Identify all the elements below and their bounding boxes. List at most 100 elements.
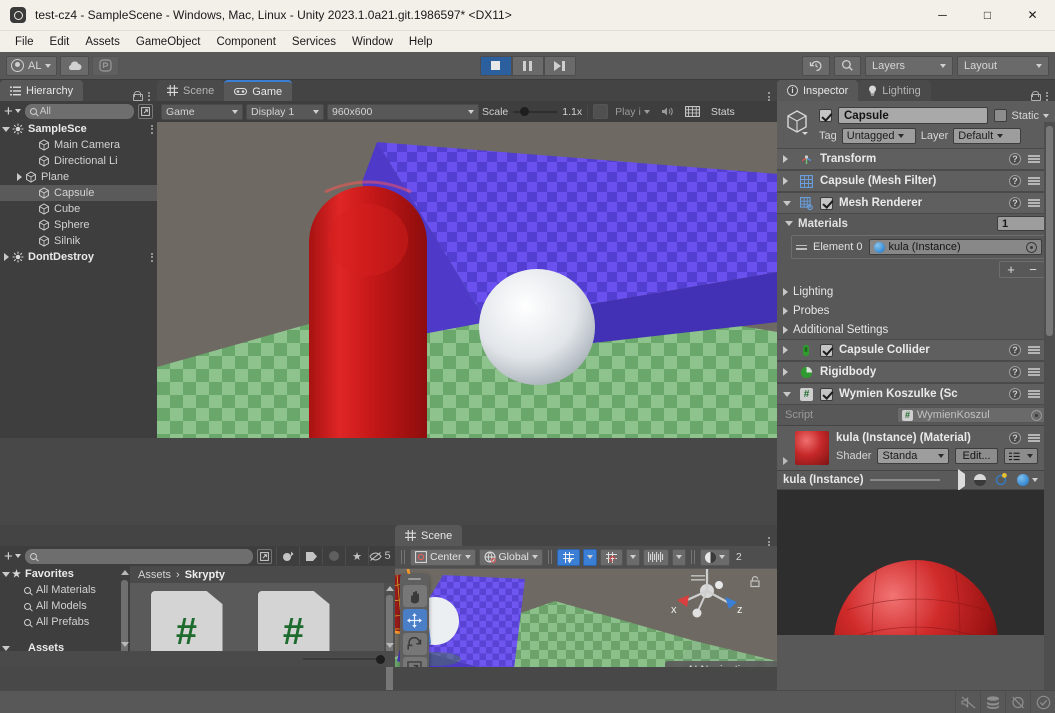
materials-foldout[interactable]: Materials 1 [777,214,1055,233]
remove-material-button[interactable]: − [1022,262,1044,277]
project-tree-favorites[interactable]: ★ Favorites [0,566,130,582]
ruler-button[interactable] [642,548,669,566]
hierarchy-item-sphere[interactable]: Sphere [0,217,157,233]
foldout-additional-settings[interactable]: Additional Settings [777,320,1055,339]
asset-item[interactable]: #Ruch [251,591,336,651]
step-button[interactable] [543,55,576,76]
scene-lighting-dropdown[interactable] [699,548,730,566]
panel-menu-icon[interactable] [768,537,770,546]
chevron-right-icon[interactable] [783,457,788,465]
hierarchy-item-plane[interactable]: Plane [0,169,157,185]
component-transform[interactable]: Transform? [777,148,1055,170]
object-picker-icon[interactable] [1031,409,1042,421]
preset-icon[interactable] [1028,390,1040,398]
palette-grip[interactable] [408,578,421,580]
hierarchy-search-input[interactable]: All [24,103,134,119]
coord-mode-dropdown[interactable]: Global [478,548,543,566]
shader-dropdown[interactable]: Standa [877,448,950,464]
expand-arrow[interactable] [0,253,12,261]
preset-icon[interactable] [1028,434,1040,442]
script-object-field[interactable]: # WymienKoszul [897,407,1047,423]
materials-count-input[interactable]: 1 [997,216,1049,231]
help-icon[interactable]: ? [1009,388,1021,400]
component-enabled-checkbox[interactable] [820,343,833,357]
component-capsule-collider[interactable]: Capsule Collider? [777,339,1055,361]
hand-tool-button[interactable] [402,585,427,607]
minimize-button[interactable]: ─ [920,0,965,31]
inspector-scrollbar[interactable] [1044,122,1055,690]
scale-slider-group[interactable]: Scale 1.1x [482,106,582,118]
expand-arrow[interactable] [783,346,794,354]
undo-history-button[interactable] [802,55,830,76]
scene-menu-icon[interactable] [151,124,153,134]
asset-item[interactable]: #Kamera [144,591,229,651]
preset-icon[interactable] [1028,346,1040,354]
filter-circle-icon[interactable] [322,547,345,565]
lock-icon[interactable] [133,91,143,101]
component-capsule-mesh-filter-[interactable]: Capsule (Mesh Filter)? [777,170,1055,192]
help-icon[interactable]: ? [1009,366,1021,378]
project-tree-all-prefabs[interactable]: All Prefabs [0,614,130,630]
expand-arrow[interactable] [783,177,794,185]
filter-by-label-icon[interactable] [299,547,322,565]
object-name-input[interactable]: Capsule [838,107,989,124]
menu-item-gameobject[interactable]: GameObject [129,34,208,50]
project-tree-all-models[interactable]: All Models [0,598,130,614]
display-dropdown[interactable]: Display 1 [246,103,324,120]
panel-menu-icon[interactable] [768,92,770,101]
pause-button[interactable] [511,55,544,76]
expand-arrow[interactable] [783,200,794,206]
tag-dropdown[interactable]: Untagged [841,128,916,144]
mute-status-icon[interactable] [955,690,980,713]
project-popout-button[interactable] [257,548,272,564]
cloud-button[interactable] [60,55,90,76]
preset-icon[interactable] [1028,199,1040,207]
material-preview-canvas[interactable] [777,490,1055,635]
tab-inspector[interactable]: i Inspector [777,80,859,101]
game-display-mode-dropdown[interactable]: Game [161,103,243,120]
hierarchy-item-directional-li[interactable]: Directional Li [0,153,157,169]
component-rigidbody[interactable]: Rigidbody? [777,361,1055,383]
tab-scene[interactable]: Scene [157,80,225,101]
menu-item-help[interactable]: Help [402,34,440,50]
collab-button[interactable] [92,55,120,76]
asset-grid[interactable]: #Kamera#Ruch# [130,583,395,651]
lock-icon[interactable] [1031,91,1041,101]
pivot-mode-dropdown[interactable]: Center [410,548,476,566]
scene-render-canvas[interactable]: y x z [395,569,777,667]
edit-shader-button[interactable]: Edit... [955,448,998,464]
panel-menu-icon[interactable] [1046,91,1048,101]
tab-scene[interactable]: Scene [395,525,463,546]
hierarchy-item-capsule[interactable]: Capsule [0,185,157,201]
preset-icon[interactable] [1028,177,1040,185]
search-button[interactable] [834,55,861,76]
preview-lighting-icon[interactable] [974,474,986,486]
component-enabled-checkbox[interactable] [820,387,833,401]
drag-handle-icon[interactable] [796,244,807,250]
hierarchy-item-cube[interactable]: Cube [0,201,157,217]
chevron-down-icon[interactable] [1043,113,1049,118]
project-tree-scrollbar[interactable] [119,566,130,651]
close-button[interactable]: ✕ [1010,0,1055,31]
tab-lighting[interactable]: Lighting [858,80,931,101]
database-status-icon[interactable] [980,690,1005,713]
preview-color-icon[interactable] [995,472,1008,488]
breadcrumb[interactable]: Assets › Skrypty [130,566,395,583]
static-checkbox[interactable] [994,109,1008,122]
hierarchy-tree[interactable]: SampleSce Main Camera Directional Li Plane C… [0,121,157,438]
stats-button[interactable]: Stats [707,104,739,120]
hierarchy-item-silnik[interactable]: Silnik [0,233,157,249]
component-enabled-checkbox[interactable] [820,196,833,210]
add-material-button[interactable]: + [1000,262,1022,277]
help-icon[interactable]: ? [1009,432,1021,444]
hierarchy-item-samplesce[interactable]: SampleSce [0,121,157,137]
grid-snap-toggle[interactable] [556,548,580,566]
tab-hierarchy[interactable]: Hierarchy [0,80,84,101]
snap-increment-dropdown[interactable] [625,548,640,566]
material-object-field[interactable]: kula (Instance) [868,239,1042,255]
expand-arrow[interactable] [0,571,12,577]
hierarchy-item-dontdestroy[interactable]: DontDestroy [0,249,157,265]
preview-mode-dropdown[interactable] [1017,474,1038,486]
asset-zoom-slider[interactable] [303,653,385,665]
help-icon[interactable]: ? [1009,197,1021,209]
